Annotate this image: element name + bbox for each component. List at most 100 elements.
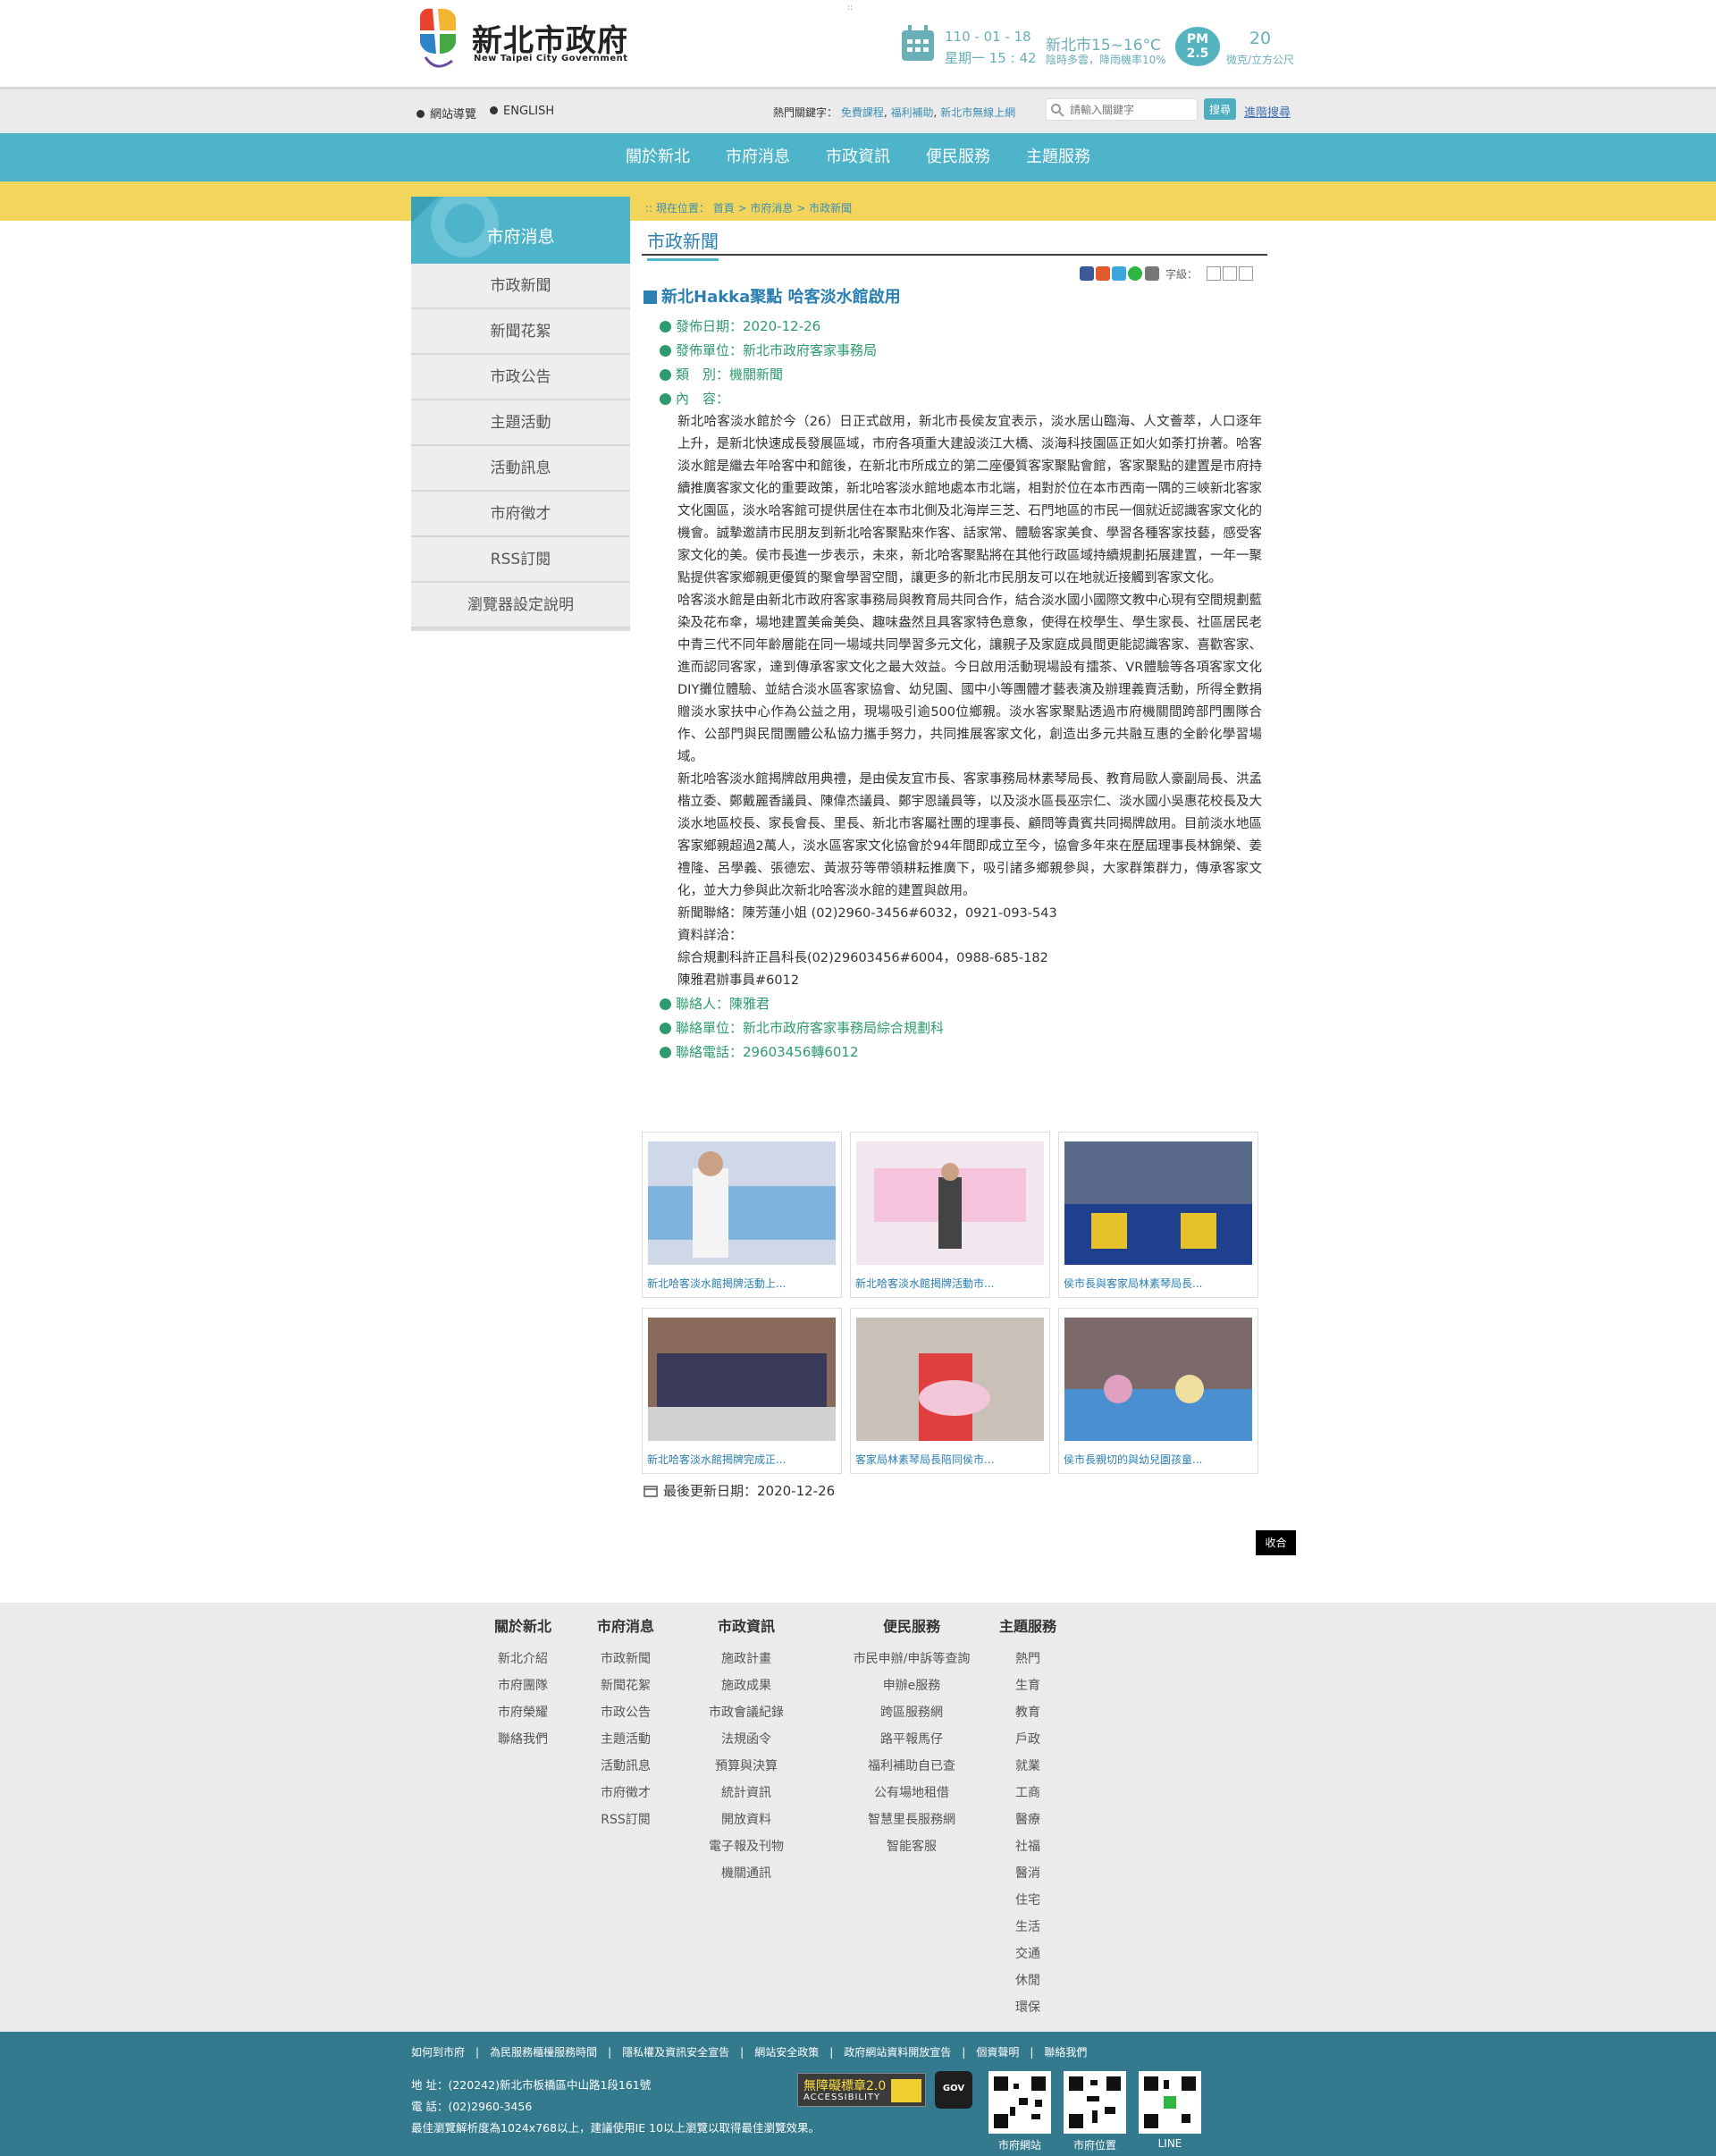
footer-link[interactable]: 申辦e服務: [831, 1672, 992, 1699]
collapse-button[interactable]: 收合: [1256, 1530, 1296, 1555]
footer-link[interactable]: 休閒: [992, 1967, 1064, 1994]
footer-link[interactable]: 工商: [992, 1780, 1064, 1806]
gallery-item[interactable]: 新北哈客淡水館揭牌活動市...: [850, 1132, 1050, 1298]
footer-link[interactable]: 主題活動: [581, 1726, 670, 1753]
sidebar-item-browser-settings[interactable]: 瀏覽器設定說明: [411, 583, 630, 628]
footer-link[interactable]: 戶政: [992, 1726, 1064, 1753]
footer-link[interactable]: RSS訂閱: [581, 1806, 670, 1833]
footer-link[interactable]: 交通: [992, 1941, 1064, 1967]
gov-badge[interactable]: GOV: [935, 2071, 972, 2109]
footer-link[interactable]: 新聞花絮: [581, 1672, 670, 1699]
advanced-search-link[interactable]: 進階搜尋: [1244, 103, 1291, 120]
footer-link[interactable]: 市政公告: [581, 1699, 670, 1726]
footer-column-title[interactable]: 主題服務: [992, 1613, 1064, 1640]
gallery-item[interactable]: 新北哈客淡水館揭牌完成正...: [642, 1308, 842, 1474]
footer-bottom-link[interactable]: 為民服務櫃檯服務時間: [490, 2046, 597, 2059]
footer-address-block: 地 址：(220242)新北市板橋區中山路1段161號 電 話：(02)2960…: [411, 2075, 820, 2139]
facebook-icon[interactable]: [1080, 266, 1094, 281]
sidebar-item-city-news[interactable]: 市政新聞: [411, 264, 630, 309]
nav-item-services[interactable]: 便民服務: [908, 133, 1008, 181]
footer-link[interactable]: 智慧里長服務網: [831, 1806, 992, 1833]
footer-link[interactable]: 就業: [992, 1753, 1064, 1780]
line-icon[interactable]: [1128, 266, 1142, 281]
print-icon[interactable]: [1145, 266, 1159, 281]
plurk-icon[interactable]: [1096, 266, 1110, 281]
footer-link[interactable]: 市民申辦/申訴等查詢: [831, 1646, 992, 1672]
qr-code-location[interactable]: [1064, 2071, 1126, 2134]
sidebar-item-announcements[interactable]: 市政公告: [411, 355, 630, 400]
footer-bottom-link[interactable]: 聯絡我們: [1044, 2046, 1087, 2059]
site-logo[interactable]: 新北市政府 New Taipei City Government: [416, 0, 640, 80]
footer-link[interactable]: 環保: [992, 1994, 1064, 2021]
footer-column-title[interactable]: 關於新北: [478, 1613, 568, 1640]
footer-link[interactable]: 市府團隊: [478, 1672, 568, 1699]
gallery-item[interactable]: 侯市長與客家局林素琴局長...: [1058, 1132, 1258, 1298]
footer-link[interactable]: 住宅: [992, 1887, 1064, 1914]
footer-link[interactable]: 聯絡我們: [478, 1726, 568, 1753]
footer-link[interactable]: 社福: [992, 1833, 1064, 1860]
footer-link[interactable]: 電子報及刊物: [693, 1833, 800, 1860]
gallery-item[interactable]: 侯市長親切的與幼兒園孩童...: [1058, 1308, 1258, 1474]
nav-item-info[interactable]: 市政資訊: [808, 133, 908, 181]
footer-link[interactable]: 教育: [992, 1699, 1064, 1726]
pm25-unit: 微克/立方公尺: [1225, 54, 1295, 66]
search-button[interactable]: 搜尋: [1204, 98, 1236, 120]
footer-link[interactable]: 福利補助自已查: [831, 1753, 992, 1780]
hot-keyword-3[interactable]: 新北市無線上網: [940, 106, 1015, 119]
search-input[interactable]: [1070, 102, 1193, 118]
footer-link[interactable]: 法規函令: [693, 1726, 800, 1753]
nav-item-news[interactable]: 市府消息: [708, 133, 808, 181]
font-medium-icon[interactable]: [1223, 266, 1237, 281]
sidebar-item-rss[interactable]: RSS訂閱: [411, 537, 630, 583]
footer-link[interactable]: 醫消: [992, 1860, 1064, 1887]
footer-link[interactable]: 市政會議紀錄: [693, 1699, 800, 1726]
footer-link[interactable]: 市府榮耀: [478, 1699, 568, 1726]
hot-keyword-2[interactable]: 福利補助: [891, 106, 934, 119]
nav-item-about[interactable]: 關於新北: [608, 133, 708, 181]
footer-bottom-link[interactable]: 政府網站資料開放宣告: [844, 2046, 951, 2059]
footer-link[interactable]: 新北介紹: [478, 1646, 568, 1672]
footer-link[interactable]: 生活: [992, 1914, 1064, 1941]
twitter-icon[interactable]: [1112, 266, 1126, 281]
footer-column-title[interactable]: 市府消息: [581, 1613, 670, 1640]
breadcrumb[interactable]: :: 現在位置： 首頁 > 市府消息 > 市政新聞: [642, 197, 1267, 222]
footer-link[interactable]: 施政計畫: [693, 1646, 800, 1672]
font-large-icon[interactable]: [1239, 266, 1253, 281]
nav-item-topics[interactable]: 主題服務: [1008, 133, 1108, 181]
accessibility-badge[interactable]: 無障礙標章2.0 ACCESSIBILITY: [797, 2073, 926, 2107]
footer-link[interactable]: 活動訊息: [581, 1753, 670, 1780]
footer-bottom-link[interactable]: 隱私權及資訊安全宣告: [622, 2046, 729, 2059]
accesskey-marker[interactable]: ::: [847, 4, 853, 13]
footer-bottom-link[interactable]: 如何到市府: [411, 2046, 465, 2059]
footer-link[interactable]: 智能客服: [831, 1833, 992, 1860]
footer-link[interactable]: 統計資訊: [693, 1780, 800, 1806]
footer-link[interactable]: 市府徵才: [581, 1780, 670, 1806]
sidebar-item-event-info[interactable]: 活動訊息: [411, 446, 630, 492]
footer-link[interactable]: 熱門: [992, 1646, 1064, 1672]
english-link[interactable]: ENGLISH: [490, 105, 554, 118]
qr-code-website[interactable]: [988, 2071, 1051, 2134]
footer-column-title[interactable]: 便民服務: [831, 1613, 992, 1640]
footer-link[interactable]: 公有場地租借: [831, 1780, 992, 1806]
sidebar-item-news-photos[interactable]: 新聞花絮: [411, 309, 630, 355]
footer-link[interactable]: 生育: [992, 1672, 1064, 1699]
footer-bottom-link[interactable]: 網站安全政策: [754, 2046, 819, 2059]
gallery-item[interactable]: 客家局林素琴局長陪同侯市...: [850, 1308, 1050, 1474]
sidebar-item-theme-events[interactable]: 主題活動: [411, 400, 630, 446]
footer-bottom-link[interactable]: 個資聲明: [976, 2046, 1019, 2059]
footer-link[interactable]: 醫療: [992, 1806, 1064, 1833]
footer-link[interactable]: 跨區服務網: [831, 1699, 992, 1726]
hot-keyword-1[interactable]: 免費課程: [841, 106, 884, 119]
footer-link[interactable]: 預算與決算: [693, 1753, 800, 1780]
footer-link[interactable]: 機關通訊: [693, 1860, 800, 1887]
font-small-icon[interactable]: [1207, 266, 1221, 281]
footer-link[interactable]: 路平報馬仔: [831, 1726, 992, 1753]
footer-column-title[interactable]: 市政資訊: [693, 1613, 800, 1640]
sidebar-item-jobs[interactable]: 市府徵才: [411, 492, 630, 537]
footer-link[interactable]: 市政新聞: [581, 1646, 670, 1672]
footer-link[interactable]: 施政成果: [693, 1672, 800, 1699]
gallery-item[interactable]: 新北哈客淡水館揭牌活動上...: [642, 1132, 842, 1298]
footer-link[interactable]: 開放資料: [693, 1806, 800, 1833]
qr-code-line[interactable]: [1139, 2071, 1201, 2134]
sitemap-link[interactable]: 網站導覽: [416, 105, 476, 122]
